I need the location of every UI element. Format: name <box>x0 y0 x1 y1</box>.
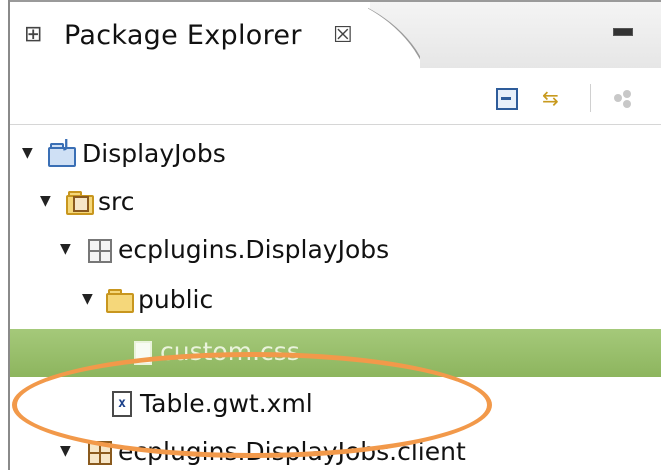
tree-item-displayjobs[interactable]: ▼ J DisplayJobs <box>10 131 661 179</box>
view-tab-bar: ⊞ Package Explorer ☒ <box>10 0 661 70</box>
tree-item-label: src <box>98 187 135 216</box>
dot <box>614 94 622 102</box>
toolbar-separator <box>590 84 591 112</box>
expand-arrow-icon[interactable]: ▼ <box>22 145 33 161</box>
package-explorer-view: ⊞ Package Explorer ☒ ⇆ ▼ J DisplayJobs ▼… <box>0 0 661 470</box>
tree-item-label: public <box>138 285 214 314</box>
source-folder-icon <box>66 189 94 215</box>
tree-item-public[interactable]: ▼ public <box>10 277 661 325</box>
folder-icon <box>106 287 134 313</box>
tree-item-label: DisplayJobs <box>82 139 226 168</box>
close-icon[interactable]: ☒ <box>333 23 353 48</box>
minimize-icon[interactable] <box>613 28 633 36</box>
view-toolbar: ⇆ <box>10 68 661 124</box>
link-with-editor-icon[interactable]: ⇆ <box>540 84 568 112</box>
tree-item-package-displayjobs[interactable]: ▼ ecplugins.DisplayJobs <box>10 227 661 275</box>
collapse-all-icon[interactable] <box>492 84 520 112</box>
package-icon <box>86 237 114 263</box>
dot <box>623 100 631 108</box>
expand-arrow-icon[interactable]: ▼ <box>82 291 93 307</box>
expand-arrow-icon[interactable]: ▼ <box>60 241 71 257</box>
tree-item-label: ecplugins.DisplayJobs <box>118 235 390 264</box>
tree-item-src[interactable]: ▼ src <box>10 179 661 227</box>
dot <box>623 90 631 98</box>
tab-edge <box>368 2 420 70</box>
view-menu-icon[interactable] <box>610 84 638 112</box>
expand-arrow-icon[interactable]: ▼ <box>40 193 51 209</box>
package-explorer-icon: ⊞ <box>24 22 43 47</box>
tab-package-explorer[interactable]: ⊞ Package Explorer ☒ <box>10 2 370 70</box>
annotation-ellipse <box>12 352 492 458</box>
tab-title: Package Explorer <box>64 20 302 51</box>
collapse-bar <box>501 97 511 100</box>
link-arrows: ⇆ <box>542 86 559 110</box>
java-project-icon: J <box>48 137 76 167</box>
expand-arrow-icon[interactable]: ▼ <box>60 443 71 459</box>
